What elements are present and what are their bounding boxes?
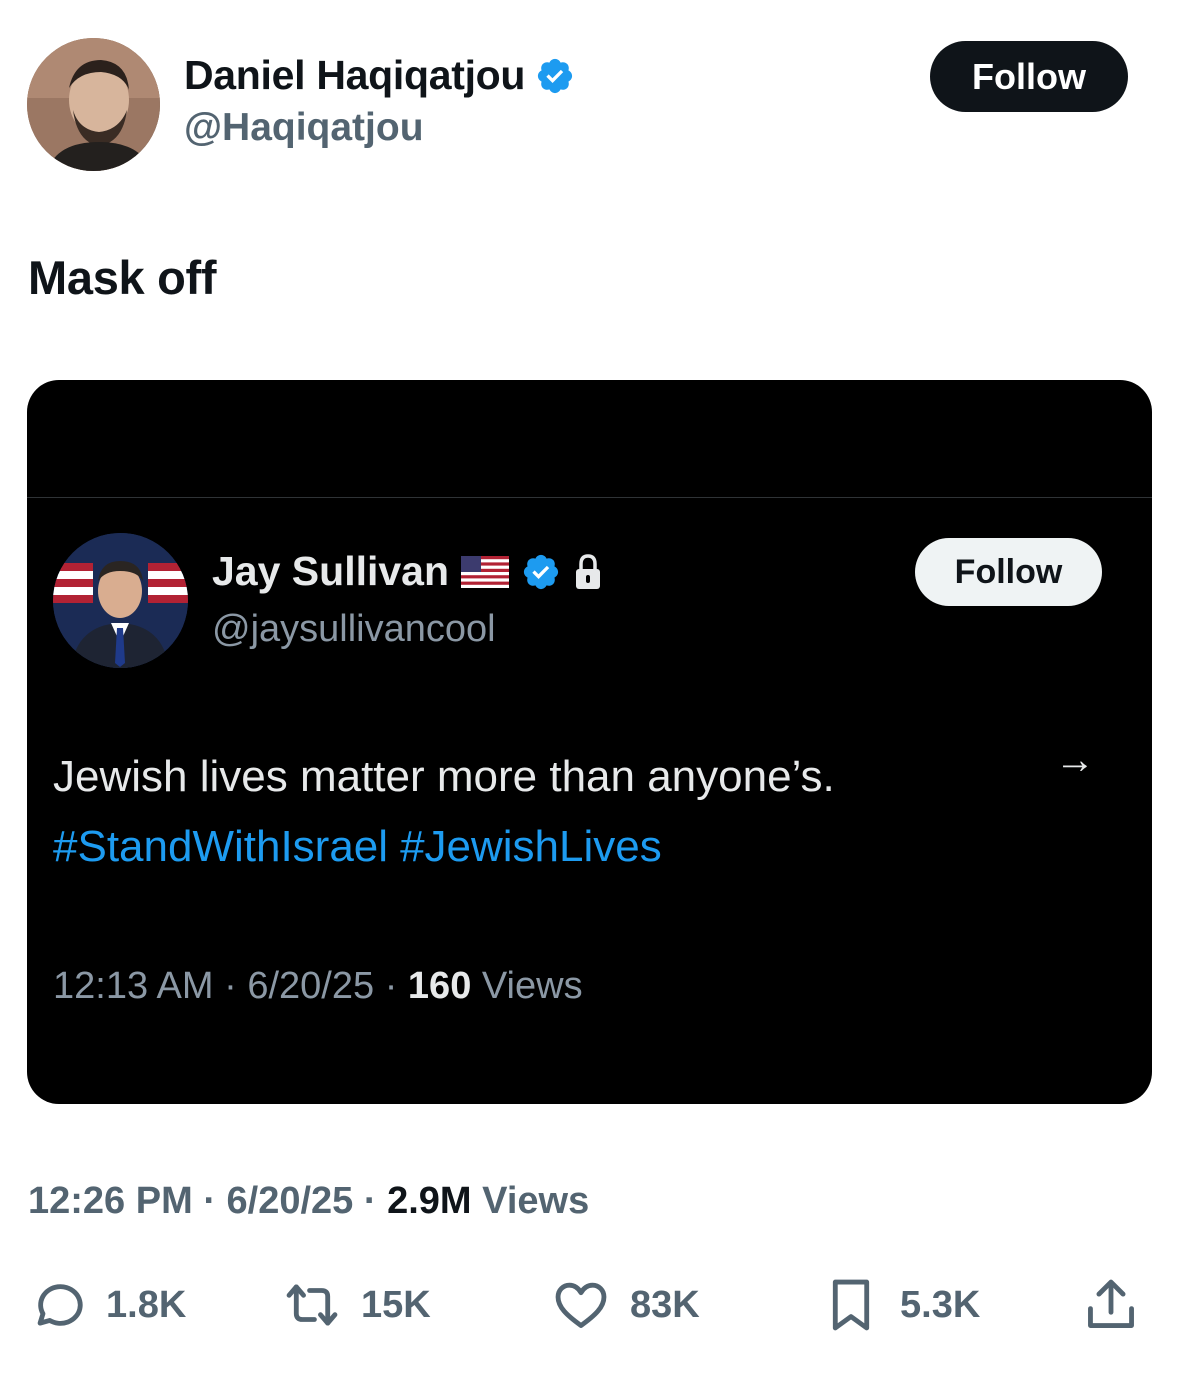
quoted-meta: 12:13 AM · 6/20/25 · 160 Views bbox=[53, 965, 583, 1008]
follow-button[interactable]: Follow bbox=[930, 41, 1128, 112]
separator: · bbox=[363, 1180, 377, 1222]
quoted-handle: @jaysullivancool bbox=[212, 608, 496, 650]
bookmark-count: 5.3K bbox=[900, 1283, 981, 1326]
quoted-text: Jewish lives matter more than anyone’s. bbox=[53, 752, 835, 801]
us-flag-icon bbox=[461, 555, 510, 588]
quoted-views-count: 160 bbox=[407, 965, 472, 1007]
quoted-name: Jay Sullivan bbox=[212, 548, 603, 595]
repost-icon bbox=[286, 1284, 338, 1326]
embedded-screenshot[interactable]: Jay Sullivan @jaysullivancool Follow → J… bbox=[27, 380, 1152, 1104]
hashtag: #StandWithIsrael bbox=[53, 822, 389, 871]
quoted-follow-button: Follow bbox=[915, 538, 1102, 606]
reply-icon bbox=[37, 1284, 83, 1326]
quoted-avatar bbox=[53, 533, 188, 668]
quoted-views-label: Views bbox=[481, 965, 583, 1007]
verified-badge-icon bbox=[538, 58, 573, 93]
separator: · bbox=[384, 965, 398, 1007]
share-button[interactable] bbox=[1082, 1270, 1140, 1340]
tweet-date[interactable]: 6/20/25 bbox=[227, 1180, 354, 1222]
quoted-name-text: Jay Sullivan bbox=[212, 548, 450, 594]
author-handle[interactable]: @Haqiqatjou bbox=[184, 106, 424, 150]
author-avatar[interactable] bbox=[27, 38, 160, 171]
tweet-meta: 12:26 PM · 6/20/25 · 2.9M Views bbox=[28, 1180, 589, 1223]
hashtag: #JewishLives bbox=[400, 822, 662, 871]
like-button[interactable]: 83K bbox=[552, 1270, 700, 1340]
reply-count: 1.8K bbox=[106, 1283, 187, 1326]
bookmark-button[interactable]: 5.3K bbox=[822, 1270, 980, 1340]
share-icon bbox=[1088, 1279, 1134, 1328]
repost-button[interactable]: 15K bbox=[283, 1270, 431, 1340]
tweet-time[interactable]: 12:26 PM bbox=[28, 1180, 193, 1222]
tweet-text: Mask off bbox=[28, 251, 217, 304]
separator: · bbox=[224, 965, 237, 1007]
author-name[interactable]: Daniel Haqiqatjou bbox=[184, 52, 575, 99]
author-name-text[interactable]: Daniel Haqiqatjou bbox=[184, 52, 525, 99]
action-bar: 1.8K 15K 83K 5.3K bbox=[0, 1270, 1179, 1340]
tweet-page: Daniel Haqiqatjou @Haqiqatjou Follow Mas… bbox=[0, 0, 1179, 1379]
arrow-right-icon: → bbox=[1055, 738, 1095, 782]
quoted-hashtags: #StandWithIsrael #JewishLives bbox=[53, 822, 674, 872]
like-count: 83K bbox=[630, 1283, 700, 1326]
quoted-date: 6/20/25 bbox=[247, 965, 375, 1007]
divider bbox=[27, 497, 1152, 498]
views-count[interactable]: 2.9M bbox=[387, 1180, 471, 1222]
lock-icon bbox=[576, 553, 601, 589]
reply-button[interactable]: 1.8K bbox=[28, 1270, 186, 1340]
quoted-time: 12:13 AM bbox=[53, 965, 214, 1007]
repost-count: 15K bbox=[361, 1283, 431, 1326]
bookmark-icon bbox=[832, 1279, 870, 1331]
separator: · bbox=[203, 1180, 216, 1222]
like-icon bbox=[555, 1282, 607, 1328]
views-label[interactable]: Views bbox=[482, 1180, 589, 1222]
verified-badge-icon bbox=[523, 554, 559, 589]
